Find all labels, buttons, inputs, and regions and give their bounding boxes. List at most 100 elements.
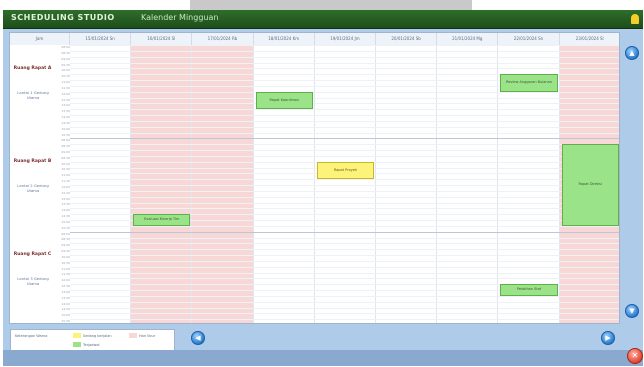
grid-line bbox=[70, 237, 619, 239]
time-tick: 11:30 bbox=[61, 179, 70, 184]
time-tick: 13:30 bbox=[61, 295, 70, 300]
day-header[interactable]: 18/01/2024 Km bbox=[253, 33, 315, 45]
time-tick: 08:30 bbox=[61, 144, 70, 149]
schedule-event[interactable]: Rapat Direksi bbox=[561, 144, 619, 226]
day-header[interactable]: 16/01/2024 Sl bbox=[131, 33, 193, 45]
time-tick: 14:30 bbox=[61, 120, 70, 125]
grid-line bbox=[70, 144, 619, 146]
grid-line bbox=[70, 243, 619, 245]
bell-icon[interactable] bbox=[631, 14, 639, 24]
time-tick: 08:00 bbox=[61, 231, 70, 236]
room-name: Ruang Rapat A bbox=[13, 65, 52, 71]
time-tick: 08:30 bbox=[61, 237, 70, 242]
time-tick: 09:00 bbox=[61, 243, 70, 248]
day-header[interactable]: 17/01/2024 Rb bbox=[192, 33, 254, 45]
grid-line bbox=[70, 307, 619, 309]
time-tick: 10:30 bbox=[61, 167, 70, 172]
time-tick: 13:00 bbox=[61, 196, 70, 201]
window-subtitle: Kalender Mingguan bbox=[141, 13, 219, 22]
grid-line bbox=[70, 97, 619, 99]
schedule-event[interactable]: Rapat Koordinasi bbox=[255, 91, 313, 110]
window-title: SCHEDULING STUDIO bbox=[11, 13, 115, 22]
time-tick: 11:30 bbox=[61, 85, 70, 90]
grid-line bbox=[70, 185, 619, 186]
room-name: Ruang Rapat B bbox=[13, 158, 52, 164]
time-tick: 13:30 bbox=[61, 109, 70, 114]
schedule-grid: Jam 15/01/2024 Sn 16/01/2024 Sl 17/01/2024 … bbox=[9, 32, 620, 324]
room-location: Lantai 3 Gedung Utama bbox=[17, 276, 49, 287]
grid-line bbox=[70, 62, 619, 64]
day-header[interactable]: 15/01/2024 Sn bbox=[70, 33, 132, 45]
schedule-event[interactable]: Pelatihan Staf bbox=[500, 284, 558, 296]
grid-line bbox=[70, 56, 619, 58]
time-tick: 12:00 bbox=[61, 184, 70, 189]
grid-line bbox=[70, 208, 619, 210]
legend-swatch bbox=[73, 342, 81, 347]
time-tick: 15:30 bbox=[61, 225, 70, 230]
close-button[interactable]: ✕ bbox=[627, 348, 643, 364]
time-tick: 12:00 bbox=[61, 91, 70, 96]
grid-line bbox=[70, 155, 619, 157]
prev-week-button[interactable]: ◀ bbox=[191, 331, 205, 345]
legend-label: Sedang berjalan bbox=[83, 334, 112, 338]
time-tick: 15:00 bbox=[61, 219, 70, 224]
time-tick: 13:30 bbox=[61, 202, 70, 207]
grid-line bbox=[70, 255, 619, 256]
time-tick: 11:00 bbox=[61, 173, 70, 178]
time-tick: 14:00 bbox=[61, 115, 70, 119]
legend-title: Keterangan Warna bbox=[15, 334, 48, 338]
grid-line bbox=[70, 50, 619, 52]
day-header[interactable]: 22/01/2024 Sn bbox=[498, 33, 560, 45]
legend-label: Terjadwal bbox=[83, 343, 100, 347]
grid-line bbox=[70, 266, 619, 268]
grid-line bbox=[70, 120, 619, 122]
next-week-button[interactable]: ▶ bbox=[601, 331, 615, 345]
time-column: 08:00 08:30 09:00 09:30 10:00 10:30 11:00 11:30… bbox=[55, 138, 70, 231]
room-name: Ruang Rapat C bbox=[13, 252, 52, 258]
time-tick: 11:00 bbox=[61, 80, 70, 84]
grid-corner-label: Jam bbox=[10, 33, 70, 45]
room-location: Lantai 2 Gedung Utama bbox=[17, 183, 49, 194]
schedule-event[interactable]: Rapat Proyek bbox=[316, 161, 374, 180]
grid-line bbox=[70, 313, 619, 315]
day-header[interactable]: 23/01/2024 Sl bbox=[559, 33, 619, 45]
time-tick: 13:00 bbox=[61, 289, 70, 294]
schedule-event[interactable]: Evaluasi Kinerja Tim bbox=[133, 214, 191, 226]
grid-line bbox=[70, 260, 619, 262]
time-tick: 09:30 bbox=[61, 249, 70, 254]
time-tick: 08:30 bbox=[61, 50, 70, 55]
grid-line bbox=[70, 103, 619, 105]
grid-line bbox=[70, 115, 619, 116]
time-column: 08:00 08:30 09:00 09:30 10:00 10:30 11:00 11:30… bbox=[55, 45, 70, 138]
day-header[interactable]: 20/01/2024 Sb bbox=[376, 33, 438, 45]
time-tick: 08:00 bbox=[61, 138, 70, 143]
time-tick: 12:00 bbox=[61, 278, 70, 283]
grid-line bbox=[70, 45, 619, 46]
legend-label: Hari libur bbox=[139, 334, 156, 338]
time-tick: 15:00 bbox=[61, 126, 70, 131]
grid-line bbox=[70, 202, 619, 204]
grid-line bbox=[70, 132, 619, 134]
grid-line bbox=[70, 126, 619, 128]
scheduler-window: SCHEDULING STUDIO Kalender Mingguan Jam 1… bbox=[3, 10, 643, 366]
time-tick: 10:00 bbox=[61, 254, 70, 259]
grid-line bbox=[70, 91, 619, 93]
title-bar: SCHEDULING STUDIO Kalender Mingguan bbox=[3, 10, 643, 29]
scroll-up-button[interactable]: ▲ bbox=[625, 46, 639, 60]
time-tick: 10:00 bbox=[61, 161, 70, 166]
time-tick: 09:30 bbox=[61, 62, 70, 67]
grid-line bbox=[70, 150, 619, 151]
schedule-event[interactable]: Review Anggaran Bulanan bbox=[500, 74, 558, 92]
day-header[interactable]: 19/01/2024 Jm bbox=[314, 33, 376, 45]
day-header[interactable]: 21/01/2024 Mg bbox=[437, 33, 499, 45]
time-tick: 09:00 bbox=[61, 149, 70, 154]
time-tick: 10:30 bbox=[61, 260, 70, 265]
time-tick: 14:30 bbox=[61, 214, 70, 219]
time-tick: 15:00 bbox=[61, 313, 70, 318]
time-tick: 15:30 bbox=[61, 132, 70, 137]
time-tick: 15:30 bbox=[61, 319, 70, 324]
legend-swatch bbox=[73, 333, 81, 338]
scroll-down-button[interactable]: ▼ bbox=[625, 304, 639, 318]
grid-line bbox=[70, 249, 619, 251]
grid-line bbox=[70, 231, 619, 233]
